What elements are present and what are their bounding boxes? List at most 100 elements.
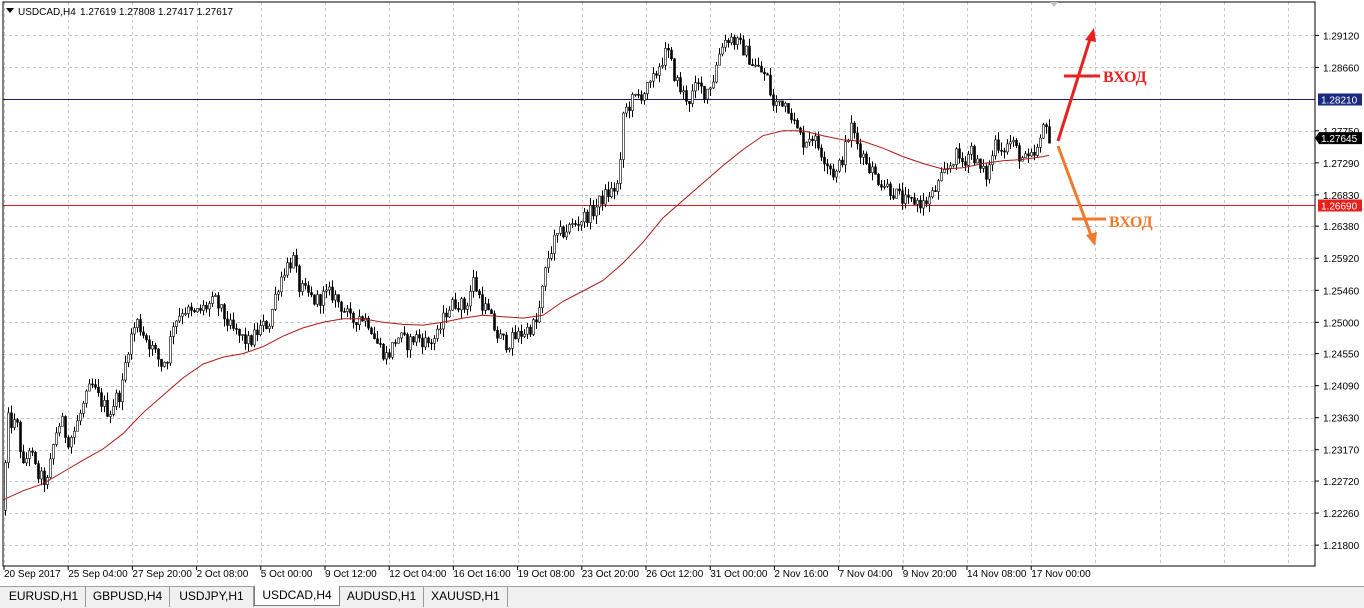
candle-body	[55, 432, 58, 445]
y-tick-label: 1.29120	[1323, 31, 1360, 42]
candle-body	[547, 258, 550, 269]
candle-body	[346, 308, 349, 312]
candle-body	[298, 265, 301, 292]
candle-body	[376, 338, 379, 344]
candle-body	[985, 165, 988, 180]
horizontal-lines[interactable]	[3, 99, 1315, 206]
candle-body	[202, 305, 205, 311]
candle-body	[1033, 152, 1036, 156]
candle-body	[604, 189, 607, 205]
candle-body	[538, 307, 541, 323]
candle-body	[208, 303, 211, 310]
candle-body	[778, 100, 781, 103]
x-tick-label: 31 Oct 00:00	[710, 569, 768, 580]
candle-body	[490, 309, 493, 315]
candle-body	[19, 421, 22, 453]
candle-body	[943, 169, 946, 173]
tab-audusd-h1[interactable]: AUDUSD,H1	[340, 587, 424, 607]
candle-body	[28, 450, 31, 459]
candle-body	[370, 327, 373, 335]
candle-body	[142, 331, 145, 336]
candle-body	[127, 353, 130, 363]
chart-area[interactable]: ВХОДВХОД 1.291201.286601.277501.272901.2…	[0, 0, 1364, 586]
candle-body	[907, 194, 910, 198]
candle-body	[910, 196, 913, 199]
candle-body	[769, 74, 772, 96]
candle-body	[382, 343, 385, 360]
candle-body	[694, 82, 697, 92]
candle-body	[475, 277, 478, 292]
candle-body	[103, 400, 106, 407]
x-tick-label: 27 Sep 20:00	[132, 569, 192, 580]
symbol-dropdown-icon[interactable]	[6, 8, 14, 13]
y-tick-label: 1.26380	[1323, 222, 1360, 233]
candle-body	[295, 255, 298, 267]
candle-body	[454, 299, 457, 309]
candle-body	[724, 39, 727, 48]
chart-header-symbol: USDCAD,H4	[18, 7, 76, 18]
candle-body	[484, 303, 487, 311]
candle-body	[928, 196, 931, 205]
candles	[4, 33, 1051, 516]
candle-body	[379, 343, 382, 345]
candle-body	[601, 195, 604, 205]
candle-body	[913, 197, 916, 205]
candle-body	[964, 161, 967, 166]
candle-body	[922, 200, 925, 209]
candle-body	[565, 231, 568, 238]
annotations: ВХОД ВХОД	[1056, 28, 1153, 246]
candle-body	[676, 77, 679, 81]
candle-body	[817, 135, 820, 149]
tab-xauusd-h1[interactable]: XAUUSD,H1	[424, 587, 508, 607]
candle-body	[310, 292, 313, 296]
tab-gbpusd-h4[interactable]: GBPUSD,H4	[86, 587, 170, 607]
candle-body	[820, 147, 823, 158]
candle-body	[280, 276, 283, 293]
price-chart[interactable]: ВХОДВХОД 1.291201.286601.277501.272901.2…	[0, 0, 1364, 586]
candle-body	[895, 188, 898, 199]
tab-usdcad-h4[interactable]: USDCAD,H4	[254, 586, 340, 606]
candle-body	[58, 425, 61, 434]
candle-body	[469, 291, 472, 307]
candle-body	[421, 337, 424, 348]
candle-body	[655, 73, 658, 76]
tab-eurusd-h1[interactable]: EURUSD,H1	[2, 587, 86, 607]
tab-usdjpy-h1[interactable]: USDJPY,H1	[170, 587, 254, 607]
candle-body	[940, 172, 943, 182]
candle-body	[721, 46, 724, 55]
candle-body	[679, 77, 682, 93]
candle-body	[580, 221, 583, 226]
shift-marker-icon[interactable]	[1050, 2, 1058, 7]
candle-body	[760, 65, 763, 73]
candle-body	[889, 183, 892, 196]
candle-body	[595, 206, 598, 217]
candle-body	[952, 164, 955, 167]
candle-body	[970, 145, 973, 155]
candle-body	[4, 462, 7, 511]
candle-body	[1042, 124, 1045, 139]
candle-body	[76, 420, 79, 432]
x-tick-label: 16 Oct 16:00	[453, 569, 511, 580]
up-arrow-line	[1056, 35, 1093, 142]
candle-body	[220, 304, 223, 309]
candle-body	[649, 80, 652, 83]
candle-body	[856, 132, 859, 145]
y-tick-label: 1.25000	[1323, 318, 1360, 329]
candle-body	[79, 413, 82, 422]
candle-body	[223, 304, 226, 320]
y-tick-label: 1.22260	[1323, 509, 1360, 520]
current-price-label: 1.27645	[1321, 134, 1358, 145]
candle-body	[556, 232, 559, 236]
candle-body	[214, 295, 217, 297]
candle-body	[733, 36, 736, 45]
candle-body	[520, 330, 523, 337]
candle-body	[937, 180, 940, 192]
candle-body	[163, 361, 166, 367]
candle-body	[466, 305, 469, 310]
candle-body	[337, 294, 340, 303]
candle-body	[781, 100, 784, 107]
candle-body	[622, 112, 625, 160]
x-tick-label: 12 Oct 04:00	[389, 569, 447, 580]
candle-body	[610, 187, 613, 197]
candle-body	[715, 64, 718, 83]
